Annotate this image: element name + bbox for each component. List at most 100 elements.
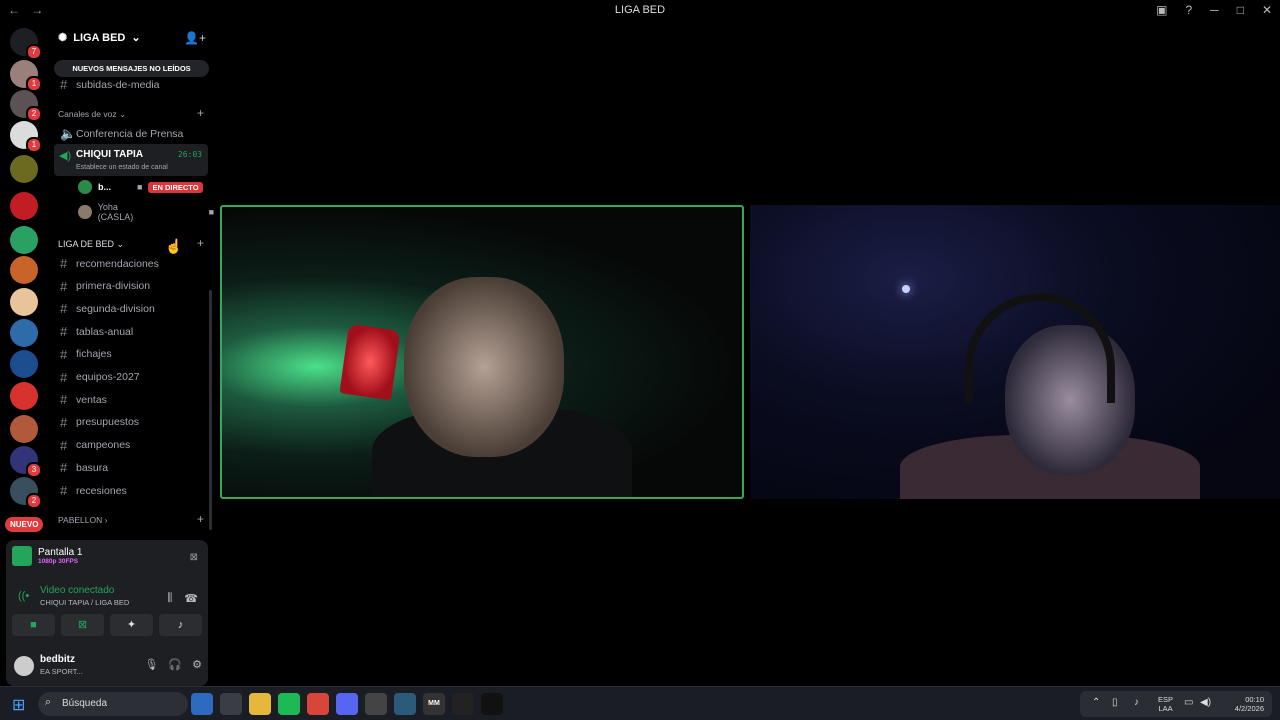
headphones-icon[interactable]: 🎧: [168, 658, 182, 671]
new-servers-pill[interactable]: NUEVO: [5, 517, 44, 532]
channel-equipos-2027[interactable]: # equipos-2027: [60, 370, 140, 385]
channel-campeones[interactable]: # campeones: [60, 438, 130, 453]
server-avatar-icon[interactable]: 1: [10, 121, 42, 153]
chrome-icon[interactable]: [307, 693, 329, 715]
discord-home-icon[interactable]: 7: [10, 28, 42, 60]
taskbar-search[interactable]: ⌕ Búsqueda: [38, 692, 188, 716]
voice-category[interactable]: Canales de voz ⌄: [58, 109, 126, 120]
pabellon-category[interactable]: PABELLON ›: [58, 515, 107, 525]
channel-ventas[interactable]: # ventas: [60, 392, 107, 407]
microphone-icon[interactable]: ♪: [1134, 697, 1139, 708]
minimize-button[interactable]: ─: [1210, 3, 1219, 17]
video-tile-streamer[interactable]: [220, 205, 744, 499]
network-icon[interactable]: ▭: [1184, 697, 1193, 708]
liga-bed-server-icon[interactable]: [10, 155, 38, 183]
voice-channel-conferencia[interactable]: 🔈 Conferencia de Prensa: [60, 126, 183, 142]
obs-icon[interactable]: [365, 693, 387, 715]
server-avatar-icon[interactable]: 3: [10, 446, 42, 478]
voice-user[interactable]: b... ■ EN DIRECTO: [78, 180, 203, 194]
voice-user[interactable]: Yoha (CASLA) ■: [78, 202, 214, 222]
unread-messages-pill[interactable]: NUEVOS MENSAJES NO LEÍDOS: [54, 60, 209, 77]
channel-name: segunda-division: [76, 302, 155, 315]
search-widget-icon[interactable]: [191, 693, 213, 715]
volume-icon[interactable]: ◀): [1200, 697, 1211, 708]
usb-icon[interactable]: ▯: [1112, 697, 1118, 708]
server-avatar-icon[interactable]: [10, 288, 38, 316]
share-title: Pantalla 1: [38, 547, 83, 558]
channel-recomendaciones[interactable]: # recomendaciones: [60, 256, 159, 271]
activities-button[interactable]: ✦: [110, 614, 153, 636]
server-avatar-icon[interactable]: 2: [10, 477, 42, 509]
text-category[interactable]: LIGA DE BED ⌄: [58, 239, 124, 250]
hash-icon: #: [60, 301, 68, 317]
capcut-icon[interactable]: [452, 693, 474, 715]
clock[interactable]: 00:10 4/2/2026: [1235, 695, 1264, 713]
channel-presupuestos[interactable]: # presupuestos: [60, 415, 139, 430]
inbox-icon[interactable]: ▣: [1156, 3, 1167, 17]
channel-segunda-division[interactable]: # segunda-division: [60, 301, 155, 316]
app-icon[interactable]: [394, 693, 416, 715]
language-code: ESP: [1158, 695, 1174, 704]
screen-share-button[interactable]: ⊠: [61, 614, 104, 636]
server-avatar-icon[interactable]: [10, 192, 38, 220]
channel-recesiones[interactable]: # recesiones: [60, 483, 127, 498]
close-button[interactable]: ✕: [1262, 3, 1272, 17]
server-avatar-icon[interactable]: [10, 382, 38, 410]
app-icon[interactable]: [481, 693, 503, 715]
server-avatar-icon[interactable]: [10, 256, 38, 284]
video-tile-participant[interactable]: [750, 205, 1280, 499]
channel-basura[interactable]: # basura: [60, 460, 108, 475]
active-voice-channel[interactable]: ◀) CHIQUI TAPIA 26:03 Establece un estad…: [54, 144, 208, 176]
microphone-icon[interactable]: 🎙: [144, 658, 158, 671]
spotify-icon[interactable]: [278, 693, 300, 715]
hash-icon: #: [60, 278, 68, 294]
discord-icon[interactable]: [336, 693, 358, 715]
disconnect-icon[interactable]: ☎: [184, 592, 198, 605]
channel-status[interactable]: Establece un estado de canal: [76, 164, 168, 171]
search-placeholder: Búsqueda: [62, 698, 108, 709]
server-avatar-icon[interactable]: [10, 226, 38, 254]
speaker-icon: ◀): [59, 150, 72, 162]
channel-primera-division[interactable]: # primera-division: [60, 279, 150, 294]
notification-badge: 3: [26, 462, 42, 478]
chevron-up-icon[interactable]: ⌃: [1092, 697, 1100, 708]
connection-signal-icon[interactable]: ((•: [18, 590, 29, 602]
add-text-channel-icon[interactable]: +: [197, 236, 204, 250]
hash-icon: #: [60, 460, 68, 476]
language-indicator[interactable]: ESP LAA: [1158, 695, 1173, 713]
app-icon[interactable]: MM: [423, 693, 445, 715]
soundboard-button[interactable]: ♪: [159, 614, 202, 636]
channel-subidas-de-media[interactable]: # subidas-de-media: [60, 77, 159, 92]
sidebar-scrollbar[interactable]: [209, 290, 212, 530]
add-channel-icon[interactable]: +: [197, 512, 204, 526]
add-member-icon[interactable]: 👤+: [184, 31, 206, 45]
help-icon[interactable]: ?: [1185, 3, 1192, 17]
voice-location[interactable]: CHIQUI TAPIA / LIGA BED: [40, 598, 129, 607]
camera-button[interactable]: ■: [12, 614, 55, 636]
maximize-button[interactable]: □: [1237, 3, 1244, 17]
file-explorer-icon[interactable]: [249, 693, 271, 715]
voice-status[interactable]: Video conectado: [40, 585, 129, 596]
notification-badge: 1: [26, 76, 42, 92]
stop-share-icon[interactable]: ⊠: [190, 552, 198, 563]
add-voice-channel-icon[interactable]: +: [197, 106, 204, 120]
server-avatar-icon[interactable]: [10, 350, 38, 378]
channel-fichajes[interactable]: # fichajes: [60, 347, 112, 362]
store-icon[interactable]: [220, 693, 242, 715]
video-stage: [214, 22, 1280, 686]
gear-icon[interactable]: ⚙: [192, 658, 202, 671]
server-avatar-icon[interactable]: [10, 415, 38, 443]
hash-icon: #: [60, 392, 68, 408]
server-avatar-icon[interactable]: 1: [10, 60, 42, 92]
windows-start-icon[interactable]: ⊞: [12, 695, 30, 714]
guild-header[interactable]: ✺ LIGA BED ⌄: [58, 31, 141, 45]
system-tray: ⌃ ▯ ♪ ESP LAA ▭ ◀) 00:10 4/2/2026: [1080, 691, 1272, 717]
channel-tablas-anual[interactable]: # tablas-anual: [60, 324, 133, 339]
avatar: [78, 180, 92, 194]
clock-date: 4/2/2026: [1234, 704, 1264, 713]
avatar[interactable]: [14, 656, 34, 676]
server-avatar-icon[interactable]: 2: [10, 90, 42, 122]
noise-suppression-icon[interactable]: ⫼: [167, 592, 172, 605]
server-avatar-icon[interactable]: [10, 319, 38, 347]
username[interactable]: bedbitz: [40, 654, 75, 665]
